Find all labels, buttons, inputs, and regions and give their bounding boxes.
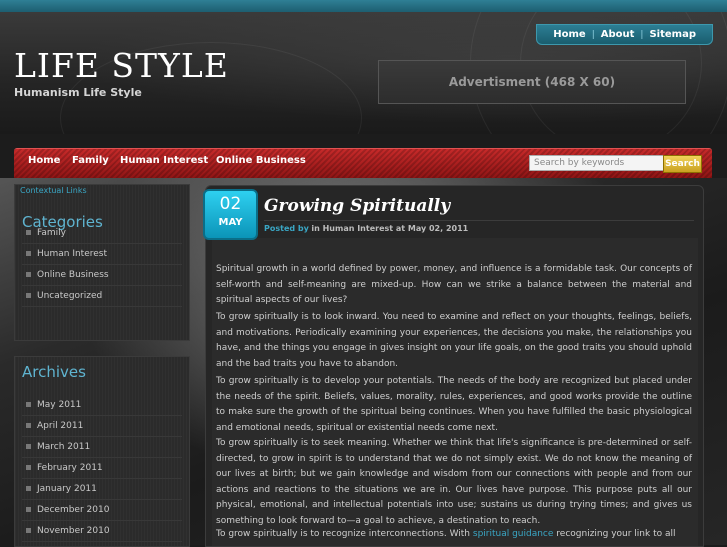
bullet-icon bbox=[26, 229, 31, 235]
archive-label: May 2011 bbox=[37, 400, 82, 410]
nav-human-interest[interactable]: Human Interest bbox=[120, 155, 208, 166]
divider bbox=[264, 220, 694, 221]
bullet-icon bbox=[26, 422, 31, 428]
top-links: Home | About | Sitemap bbox=[536, 24, 713, 45]
bullet-icon bbox=[26, 485, 31, 491]
archive-label: January 2011 bbox=[37, 484, 97, 494]
archive-label: December 2010 bbox=[37, 505, 110, 515]
spiritual-guidance-link[interactable]: spiritual guidance bbox=[473, 529, 554, 539]
top-link-about[interactable]: About bbox=[595, 29, 641, 40]
contextual-links[interactable]: Contextual Links bbox=[20, 186, 87, 195]
archive-item[interactable]: May 2011 bbox=[22, 395, 182, 416]
archive-item[interactable]: February 2011 bbox=[22, 458, 182, 479]
nav-home[interactable]: Home bbox=[28, 155, 60, 166]
ad-banner[interactable]: Advertisment (468 X 60) bbox=[378, 60, 686, 104]
date-month: MAY bbox=[218, 217, 243, 228]
category-item[interactable]: Online Business bbox=[22, 265, 182, 286]
category-item[interactable]: Family bbox=[22, 223, 182, 244]
top-link-home[interactable]: Home bbox=[547, 29, 591, 40]
bullet-icon bbox=[26, 292, 31, 298]
category-item[interactable]: Human Interest bbox=[22, 244, 182, 265]
post-meta: Posted by in Human Interest at May 02, 2… bbox=[264, 224, 468, 233]
nav-family[interactable]: Family bbox=[72, 155, 109, 166]
archive-item[interactable]: November 2010 bbox=[22, 521, 182, 542]
bullet-icon bbox=[26, 464, 31, 470]
category-label: Uncategorized bbox=[37, 291, 103, 301]
archive-label: November 2010 bbox=[37, 526, 110, 536]
bullet-icon bbox=[26, 443, 31, 449]
site-header: Home | About | Sitemap LIFE STYLE Humani… bbox=[0, 12, 727, 134]
category-label: Human Interest bbox=[37, 249, 108, 259]
top-link-sitemap[interactable]: Sitemap bbox=[643, 29, 702, 40]
post-text: To grow spiritually is to recognize inte… bbox=[216, 529, 473, 539]
search-button[interactable]: Search bbox=[663, 155, 702, 173]
date-badge: 02 MAY bbox=[203, 189, 258, 240]
post-paragraph: To grow spiritually is to look inward. Y… bbox=[216, 312, 692, 369]
post-paragraph: To grow spiritually is to develop your p… bbox=[216, 376, 692, 433]
archive-label: April 2011 bbox=[37, 421, 84, 431]
archives-heading: Archives bbox=[22, 363, 86, 381]
bullet-icon bbox=[26, 506, 31, 512]
post-paragraph: To grow spiritually is to seek meaning. … bbox=[216, 438, 692, 526]
archive-item[interactable]: December 2010 bbox=[22, 500, 182, 521]
post-title[interactable]: Growing Spiritually bbox=[264, 196, 450, 216]
posted-by-label: Posted by bbox=[264, 224, 309, 233]
bullet-icon bbox=[26, 401, 31, 407]
categories-box: Categories Family Human Interest Online … bbox=[14, 184, 190, 341]
archive-label: February 2011 bbox=[37, 463, 103, 473]
site-title[interactable]: LIFE STYLE bbox=[14, 46, 229, 85]
archive-label: March 2011 bbox=[37, 442, 91, 452]
archive-item[interactable]: March 2011 bbox=[22, 437, 182, 458]
post-meta-info: in Human Interest at May 02, 2011 bbox=[311, 224, 469, 233]
bullet-icon bbox=[26, 527, 31, 533]
post-paragraph: To grow spiritually is to recognize inte… bbox=[216, 527, 692, 543]
archive-item[interactable]: January 2011 bbox=[22, 479, 182, 500]
post-paragraph: Spiritual growth in a world defined by p… bbox=[216, 264, 692, 306]
archives-box: Archives May 2011 April 2011 March 2011 … bbox=[14, 356, 190, 547]
archive-item[interactable]: April 2011 bbox=[22, 416, 182, 437]
date-day: 02 bbox=[219, 194, 242, 214]
search-input[interactable]: Search by keywords bbox=[529, 155, 667, 171]
category-label: Family bbox=[37, 228, 66, 238]
nav-online-business[interactable]: Online Business bbox=[216, 155, 306, 166]
post-text: recognizing your link to all bbox=[553, 529, 676, 539]
site-tagline: Humanism Life Style bbox=[14, 86, 142, 99]
category-label: Online Business bbox=[37, 270, 109, 280]
bullet-icon bbox=[26, 271, 31, 277]
category-item[interactable]: Uncategorized bbox=[22, 286, 182, 307]
bullet-icon bbox=[26, 250, 31, 256]
